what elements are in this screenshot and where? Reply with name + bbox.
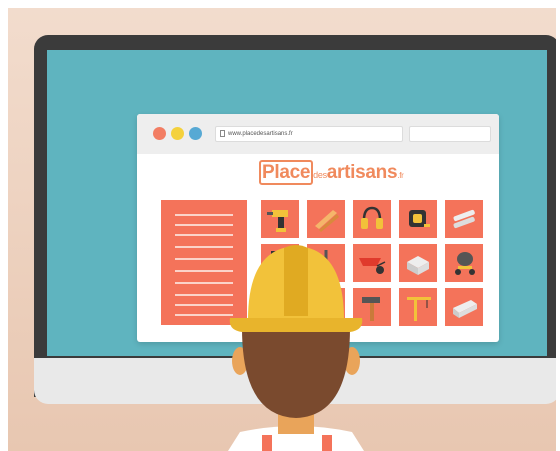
illustration-scene: www.placedesartisans.fr Place desartisans… (8, 8, 556, 451)
bathtub-icon (453, 300, 477, 318)
wood-planks-icon (315, 210, 339, 232)
maximize-window-button[interactable] (189, 127, 202, 140)
product-tile-bathtub[interactable] (445, 288, 483, 326)
minimize-window-button[interactable] (171, 127, 184, 140)
product-tile-drill[interactable] (261, 200, 299, 238)
product-tile-wood[interactable] (307, 200, 345, 238)
worker-illustration (228, 245, 364, 451)
logo-tld: .fr (397, 171, 404, 180)
product-tile-cement-mixer[interactable] (445, 244, 483, 282)
drill-icon (267, 210, 288, 232)
address-url: www.placedesartisans.fr (228, 131, 293, 137)
crane-icon (407, 297, 431, 321)
tape-measure-icon (409, 210, 430, 227)
cement-mixer-icon (455, 252, 475, 275)
product-tile-ear-protection[interactable] (353, 200, 391, 238)
browser-toolbar: www.placedesartisans.fr (137, 114, 499, 154)
hard-hat-ridge (284, 245, 308, 316)
logo-des: des (313, 170, 327, 180)
vest-strap-left (262, 435, 272, 451)
menu-line[interactable] (175, 214, 233, 216)
product-tile-crane[interactable] (399, 288, 437, 326)
logo-artisans: artisans (326, 162, 398, 183)
menu-line[interactable] (175, 224, 233, 226)
address-bar[interactable]: www.placedesartisans.fr (215, 126, 403, 142)
product-tile-tape-measure[interactable] (399, 200, 437, 238)
close-window-button[interactable] (153, 127, 166, 140)
logo-place: Place (259, 160, 314, 185)
pipes-icon (453, 209, 475, 229)
stone-blocks-icon (407, 256, 429, 275)
ear-protection-icon (361, 206, 383, 229)
site-logo[interactable]: Place desartisans.fr (259, 160, 404, 186)
page-icon (220, 130, 225, 137)
vest-strap-right (322, 435, 332, 451)
product-tile-stone-blocks[interactable] (399, 244, 437, 282)
hair (242, 328, 350, 418)
search-input[interactable] (409, 126, 491, 142)
product-tile-pipes[interactable] (445, 200, 483, 238)
hard-hat-brim (229, 318, 363, 332)
